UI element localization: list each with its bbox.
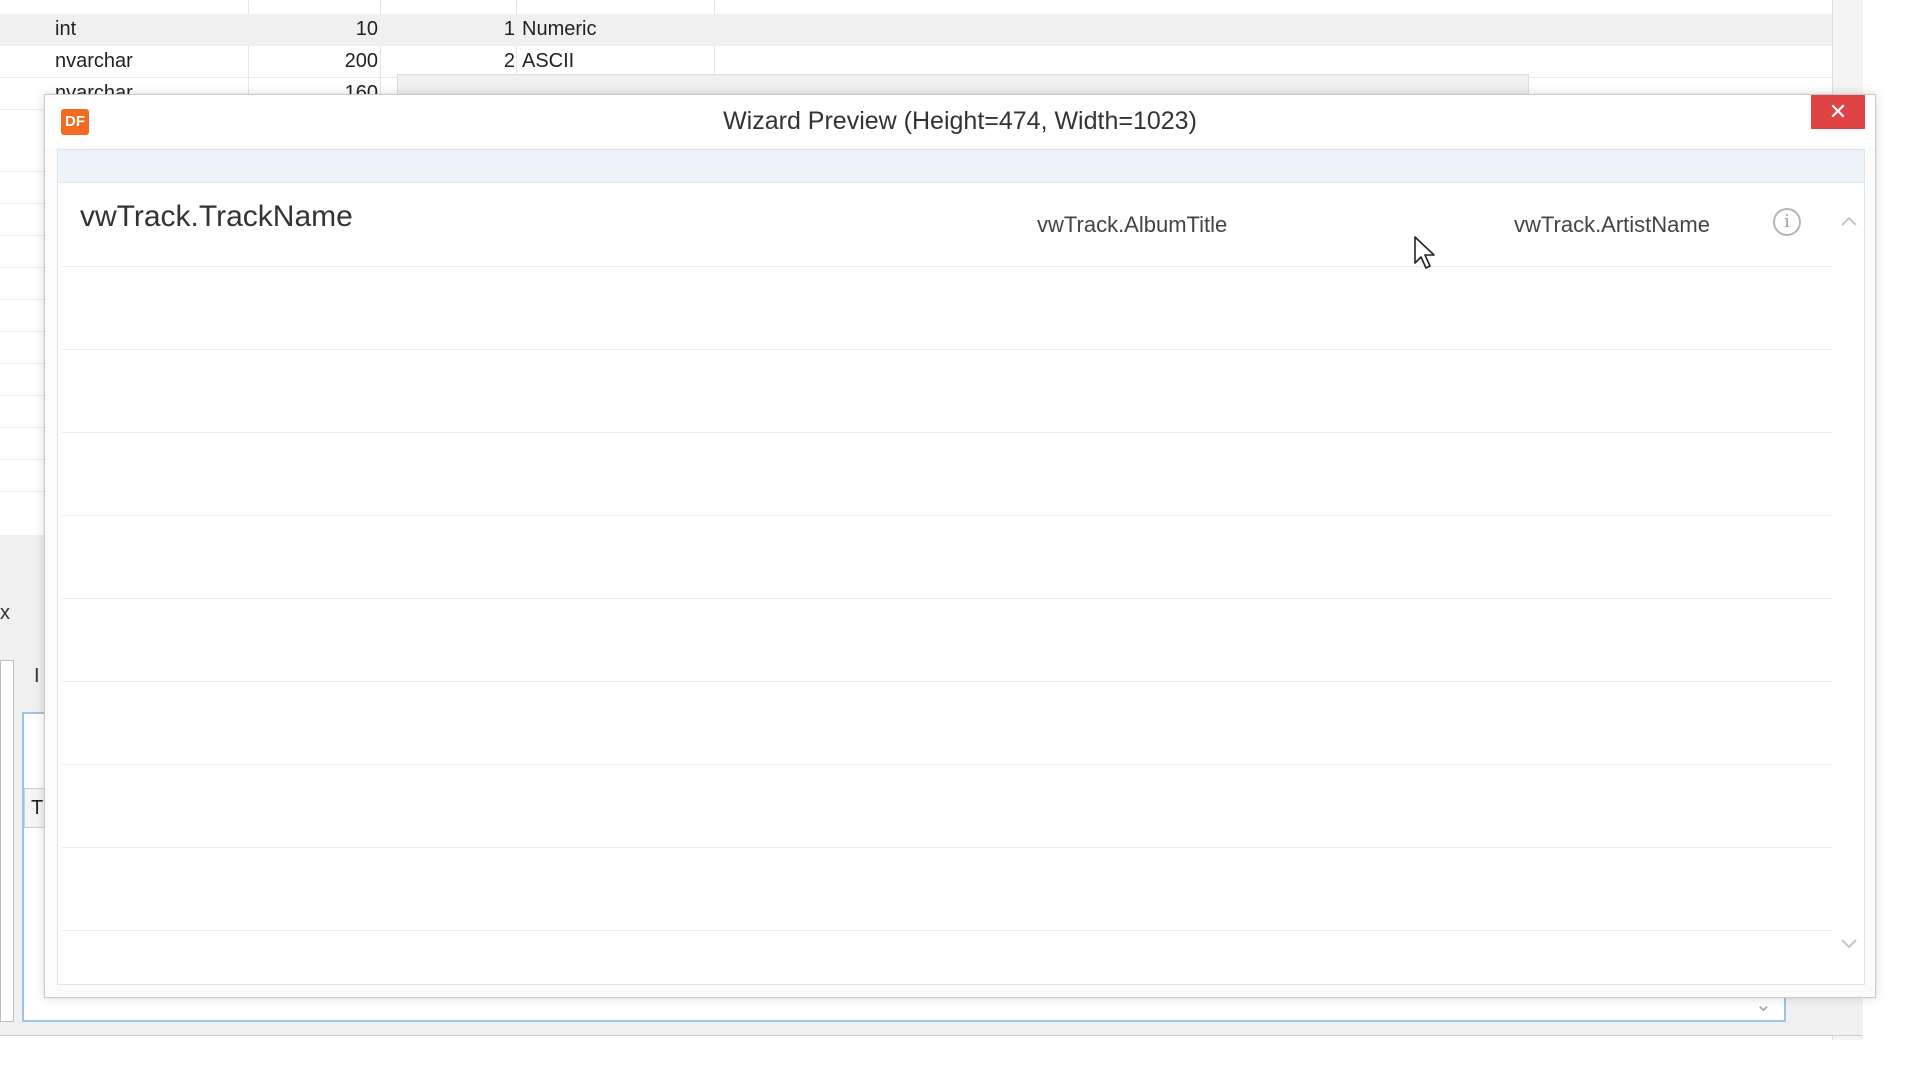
grid-cell-type: int xyxy=(55,18,77,40)
preview-list[interactable]: vwTrack.TrackName vwTrack.AlbumTitle vwT… xyxy=(62,184,1832,980)
preview-header-band xyxy=(58,150,1864,183)
grid-row[interactable]: int 10 1 Numeric xyxy=(0,14,1832,46)
list-item[interactable] xyxy=(62,682,1832,765)
grid-cell-datatype: Numeric xyxy=(522,18,597,40)
info-icon[interactable]: i xyxy=(1773,208,1801,236)
chevron-down-icon xyxy=(1841,939,1857,949)
list-item[interactable] xyxy=(62,516,1832,599)
dialog-title: Wizard Preview (Height=474, Width=1023) xyxy=(723,107,1197,135)
list-item[interactable] xyxy=(62,433,1832,516)
grid-cell-datatype: ASCII xyxy=(522,50,575,72)
background-lower-x: x xyxy=(0,602,10,624)
list-item[interactable] xyxy=(62,267,1832,350)
list-item[interactable] xyxy=(62,599,1832,682)
grid-cell-type: nvarchar xyxy=(55,50,133,72)
chevron-up-icon xyxy=(1841,216,1857,226)
mouse-cursor-icon xyxy=(1414,236,1435,269)
dialog-titlebar[interactable]: DF Wizard Preview (Height=474, Width=102… xyxy=(45,95,1875,147)
list-item[interactable] xyxy=(62,350,1832,433)
close-icon: ✕ xyxy=(1828,99,1848,124)
close-button[interactable]: ✕ xyxy=(1811,95,1865,129)
wizard-preview-dialog: DF Wizard Preview (Height=474, Width=102… xyxy=(44,94,1876,998)
chevron-up-icon[interactable] xyxy=(1838,210,1860,232)
album-title-field: vwTrack.AlbumTitle xyxy=(1037,212,1228,237)
preview-content: vwTrack.TrackName vwTrack.AlbumTitle vwT… xyxy=(57,149,1865,985)
background-side-box xyxy=(0,660,14,1022)
grid-cell-size: 10 xyxy=(355,18,378,40)
grid-cell-index: 2 xyxy=(503,50,515,72)
artist-name-field: vwTrack.ArtistName xyxy=(1514,212,1710,237)
grid-cell-size: 200 xyxy=(344,50,378,72)
list-item[interactable]: vwTrack.TrackName vwTrack.AlbumTitle vwT… xyxy=(62,184,1832,267)
chevron-down-icon[interactable] xyxy=(1838,932,1860,954)
background-lower-label: I xyxy=(34,665,40,687)
track-name-field: vwTrack.TrackName xyxy=(80,200,353,233)
grid-cell-index: 1 xyxy=(503,18,515,40)
list-item[interactable] xyxy=(62,848,1832,931)
list-item[interactable] xyxy=(62,765,1832,848)
